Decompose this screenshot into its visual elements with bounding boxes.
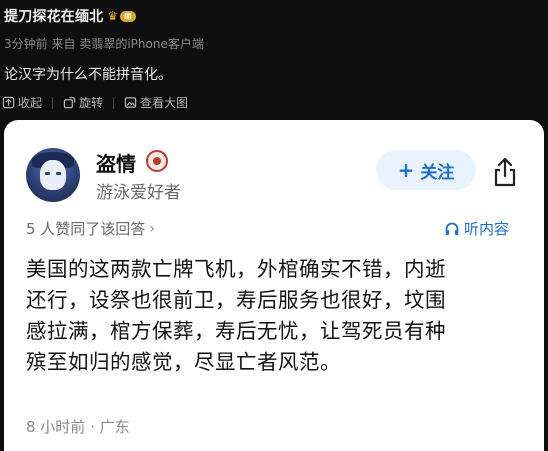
image-toolbar: 收起 旋转 查看大图: [2, 94, 188, 111]
collapse-icon: [2, 96, 15, 109]
rotate-button[interactable]: 旋转: [63, 94, 103, 111]
badge-icon: [146, 150, 168, 172]
post-text: 论汉字为什么不能拼音化。: [4, 67, 172, 83]
answer-line: 殡至如归的感觉，尽显亡者风范。: [26, 350, 341, 374]
headphones-icon: [445, 222, 459, 235]
image-icon: [124, 97, 137, 108]
answer-line: 还行，设祭也很前卫，寿后服务也很好，坟围: [26, 288, 446, 312]
post-header: 提刀探花在缅北 ♛ Ⅲ: [4, 6, 136, 26]
answer-line: 美国的这两款亡牌飞机，外棺确实不错，内逝: [26, 257, 446, 281]
answer-time-location: 8 小时前 · 广东: [26, 418, 130, 436]
listen-label: 听内容: [464, 220, 510, 238]
member-badge: ♛ Ⅲ: [107, 9, 136, 23]
chevron-right-icon: ›: [149, 220, 155, 237]
post-time: 3分钟前: [4, 37, 48, 51]
author-name[interactable]: 提刀探花在缅北: [4, 6, 103, 26]
source-prefix: 来自: [51, 37, 76, 51]
plus-icon: +: [397, 158, 415, 182]
post-meta: 3分钟前 来自 卖翡翠的iPhone客户端: [4, 35, 204, 52]
share-icon[interactable]: [491, 156, 519, 188]
avatar[interactable]: [26, 148, 80, 202]
follow-label: 关注: [420, 162, 455, 183]
rotate-label: 旋转: [79, 96, 104, 110]
listen-button[interactable]: 听内容: [444, 218, 509, 239]
divider: [113, 96, 115, 109]
follow-button[interactable]: + 关注: [376, 150, 476, 190]
answerer-description: 游泳爱好者: [96, 183, 181, 203]
rotate-icon: [63, 97, 76, 109]
likes-text: 5 人赞同了该回答: [26, 220, 146, 238]
divider: [52, 96, 54, 109]
collapse-label: 收起: [18, 96, 43, 110]
view-large-button[interactable]: 查看大图: [124, 94, 188, 111]
likes-line[interactable]: 5 人赞同了该回答 ›: [26, 218, 155, 239]
level-tag: Ⅲ: [120, 10, 136, 22]
collapse-button[interactable]: 收起: [2, 94, 42, 111]
answerer-name[interactable]: 盗情: [96, 148, 136, 177]
answer-line: 感拉满，棺方保葬，寿后无忧，让驾死员有种: [26, 319, 446, 343]
answer-text: 美国的这两款亡牌飞机，外棺确实不错，内逝 还行，设祭也很前卫，寿后服务也很好，坟…: [26, 254, 526, 378]
answer-card-image[interactable]: 盗情 游泳爱好者 + 关注 5 人赞同了该回答 › 听内容 美国的这两款亡牌飞机…: [4, 120, 544, 451]
crown-icon: ♛: [107, 9, 119, 23]
post-source[interactable]: 卖翡翠的iPhone客户端: [79, 37, 204, 51]
view-large-label: 查看大图: [140, 96, 189, 110]
